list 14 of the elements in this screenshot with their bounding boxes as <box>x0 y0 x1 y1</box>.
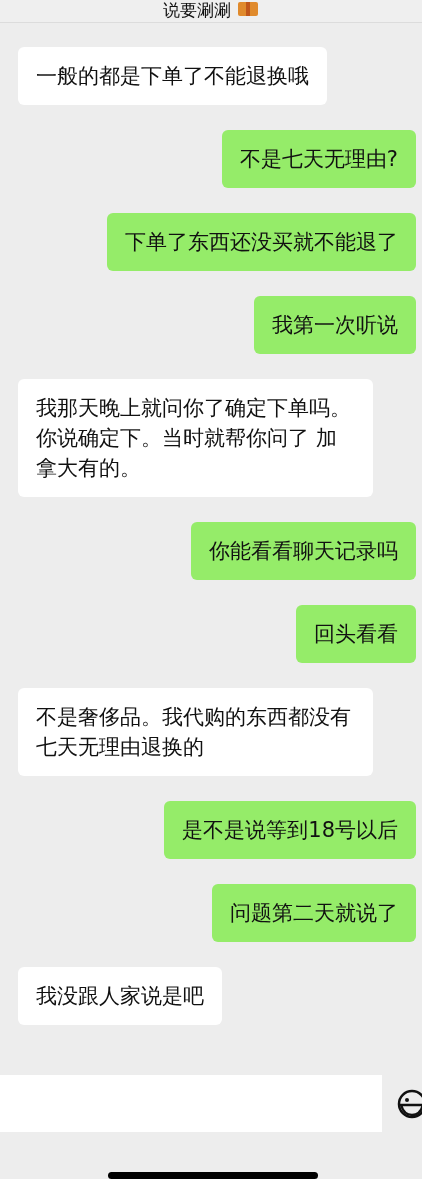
message-bubble: 回头看看 <box>296 604 416 663</box>
message-bubble: 不是七天无理由? <box>221 129 416 188</box>
message-bubble: 不是奢侈品。我代购的东西都没有七天无理由退换的 <box>18 687 374 776</box>
message-bubble: 我没跟人家说是吧 <box>18 966 222 1025</box>
message-bubble: 我那天晚上就问你了确定下单吗。你说确定下。当时就帮你问了 加拿大有的。 <box>18 378 374 497</box>
message-bubble: 是不是说等到18号以后 <box>164 800 416 859</box>
message-bubble: 我第一次听说 <box>254 295 416 354</box>
message-bubble: 下单了东西还没买就不能退了 <box>107 212 416 271</box>
emoji-icon[interactable] <box>396 1087 422 1120</box>
message-bubble: 一般的都是下单了不能退换哦 <box>18 46 327 105</box>
chat-title: 说要涮涮 <box>163 0 231 20</box>
gift-icon <box>237 0 259 16</box>
message-bubble: 你能看看聊天记录吗 <box>191 521 416 580</box>
message-bubble: 问题第二天就说了 <box>212 883 416 942</box>
